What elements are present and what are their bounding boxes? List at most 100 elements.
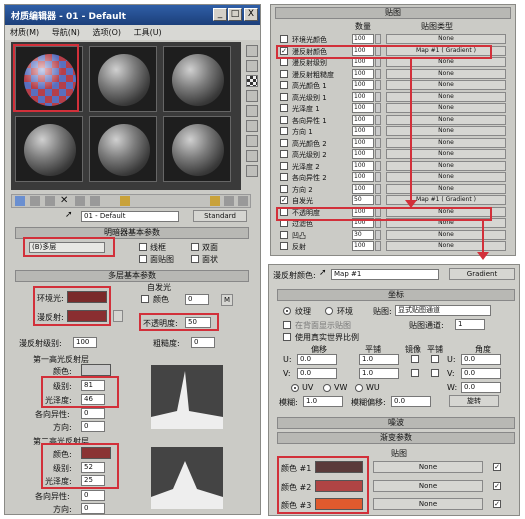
map-slot-button[interactable]: None: [386, 137, 506, 148]
vw-radio[interactable]: [323, 384, 331, 392]
map-slot-button[interactable]: None: [386, 229, 506, 240]
go-forward-icon[interactable]: [238, 196, 248, 206]
assign-material-icon[interactable]: [30, 196, 40, 206]
map-slot-button[interactable]: Map #1 ( Gradient ): [386, 45, 506, 56]
color1-swatch[interactable]: [315, 461, 363, 473]
sample-slot-1[interactable]: [15, 46, 83, 112]
map-enable-checkbox[interactable]: [280, 150, 288, 158]
map-amount-spinner[interactable]: [375, 172, 381, 182]
color3-swatch[interactable]: [315, 498, 363, 510]
menu-navigation[interactable]: 导航(N): [47, 25, 85, 40]
face-map-checkbox[interactable]: [139, 255, 147, 263]
uv-radio[interactable]: [291, 384, 299, 392]
color3-map-button[interactable]: None: [373, 498, 483, 510]
sample-slot-2[interactable]: [89, 46, 157, 112]
show-map-icon[interactable]: [120, 196, 130, 206]
map-amount-field[interactable]: 100: [352, 206, 374, 217]
spec2-orient-field[interactable]: 0: [81, 503, 105, 514]
map-amount-field[interactable]: 100: [352, 45, 374, 56]
map-amount-spinner[interactable]: [375, 149, 381, 159]
maps-rollout-header[interactable]: 贴图: [275, 7, 511, 19]
map-enable-checkbox[interactable]: [280, 81, 288, 89]
map-enable-checkbox[interactable]: [280, 230, 288, 239]
spec2-level-field[interactable]: 52: [81, 462, 105, 473]
v-tile-checkbox[interactable]: [431, 369, 439, 377]
map-slot-button[interactable]: None: [386, 183, 506, 194]
map-enable-checkbox[interactable]: [280, 58, 288, 66]
map-amount-field[interactable]: 30: [352, 229, 374, 240]
map-amount-spinner[interactable]: [375, 34, 381, 44]
get-material-icon[interactable]: [15, 196, 25, 206]
color2-swatch[interactable]: [315, 480, 363, 492]
mapping-dropdown[interactable]: 显式贴图通道: [395, 305, 491, 316]
map-enable-checkbox[interactable]: [280, 115, 288, 124]
multilayer-rollout-header[interactable]: 多层基本参数: [15, 270, 249, 282]
sample-slot-4[interactable]: [15, 116, 83, 182]
show-map-back-checkbox[interactable]: [283, 321, 291, 329]
map-amount-field[interactable]: 100: [352, 241, 374, 251]
map-enable-checkbox[interactable]: [280, 92, 288, 101]
spec2-gloss-field[interactable]: 25: [81, 475, 105, 486]
map-channel-field[interactable]: 1: [455, 319, 485, 330]
map-slot-button[interactable]: None: [386, 149, 506, 159]
maximize-button[interactable]: □: [228, 8, 242, 21]
color2-map-button[interactable]: None: [373, 480, 483, 492]
map-amount-field[interactable]: 100: [352, 137, 374, 148]
map-enable-checkbox[interactable]: ✓: [280, 46, 288, 55]
backlight-icon[interactable]: [246, 60, 258, 72]
go-to-parent-icon[interactable]: [224, 196, 234, 206]
u-mirror-checkbox[interactable]: [411, 355, 419, 363]
roughness-field[interactable]: 0: [191, 337, 215, 348]
color3-map-checkbox[interactable]: ✓: [493, 500, 501, 508]
rotate-button[interactable]: 旋转: [449, 395, 499, 407]
gradient-rollout-header[interactable]: 渐变参数: [277, 432, 515, 444]
map-amount-spinner[interactable]: [375, 160, 381, 171]
map-amount-field[interactable]: 100: [352, 103, 374, 113]
map-amount-field[interactable]: 100: [352, 68, 374, 79]
spec1-gloss-field[interactable]: 46: [81, 394, 105, 405]
spec1-orient-field[interactable]: 0: [81, 421, 105, 432]
self-illum-color-checkbox[interactable]: [141, 295, 149, 303]
map-amount-spinner[interactable]: [375, 126, 381, 136]
menu-utilities[interactable]: 工具(U): [129, 25, 167, 40]
map-amount-field[interactable]: 100: [352, 149, 374, 159]
map-amount-spinner[interactable]: [375, 103, 381, 113]
color1-map-checkbox[interactable]: ✓: [493, 463, 501, 471]
map-enable-checkbox[interactable]: [280, 219, 288, 227]
map-amount-spinner[interactable]: [375, 80, 381, 90]
shader-rollout-header[interactable]: 明暗器基本参数: [15, 227, 249, 239]
map-amount-field[interactable]: 100: [352, 57, 374, 67]
u-angle-field[interactable]: 0.0: [461, 354, 501, 365]
map-amount-spinner[interactable]: [375, 68, 381, 79]
background-icon[interactable]: [246, 75, 258, 87]
v-angle-field[interactable]: 0.0: [461, 368, 501, 379]
make-preview-icon[interactable]: [246, 120, 258, 132]
map-enable-checkbox[interactable]: [280, 69, 288, 78]
close-button[interactable]: X: [244, 8, 258, 21]
texture-radio[interactable]: [283, 307, 291, 315]
map-amount-field[interactable]: 50: [352, 195, 374, 205]
spec2-aniso-field[interactable]: 0: [81, 490, 105, 501]
map-slot-button[interactable]: None: [386, 206, 506, 217]
sample-slot-6[interactable]: [163, 116, 231, 182]
wireframe-checkbox[interactable]: [139, 243, 147, 251]
map-type-button[interactable]: Gradient: [449, 268, 515, 280]
diffuse-level-field[interactable]: 100: [73, 337, 97, 348]
spec1-level-field[interactable]: 81: [81, 380, 105, 391]
v-tiling-field[interactable]: 1.0: [359, 368, 399, 379]
map-slot-button[interactable]: None: [386, 103, 506, 113]
map-amount-spinner[interactable]: [375, 57, 381, 67]
map-amount-spinner[interactable]: [375, 114, 381, 125]
v-mirror-checkbox[interactable]: [411, 369, 419, 377]
menu-material[interactable]: 材质(M): [5, 25, 44, 40]
map-amount-field[interactable]: 100: [352, 160, 374, 171]
real-world-checkbox[interactable]: [283, 333, 291, 341]
map-enable-checkbox[interactable]: [280, 138, 288, 147]
map-enable-checkbox[interactable]: [280, 173, 288, 181]
material-type-button[interactable]: Standard: [193, 210, 247, 222]
spec1-swatch[interactable]: [81, 364, 111, 376]
ambient-swatch[interactable]: [67, 291, 107, 303]
map-amount-field[interactable]: 100: [352, 80, 374, 90]
options-icon[interactable]: [246, 135, 258, 147]
spec2-swatch[interactable]: [81, 447, 111, 459]
